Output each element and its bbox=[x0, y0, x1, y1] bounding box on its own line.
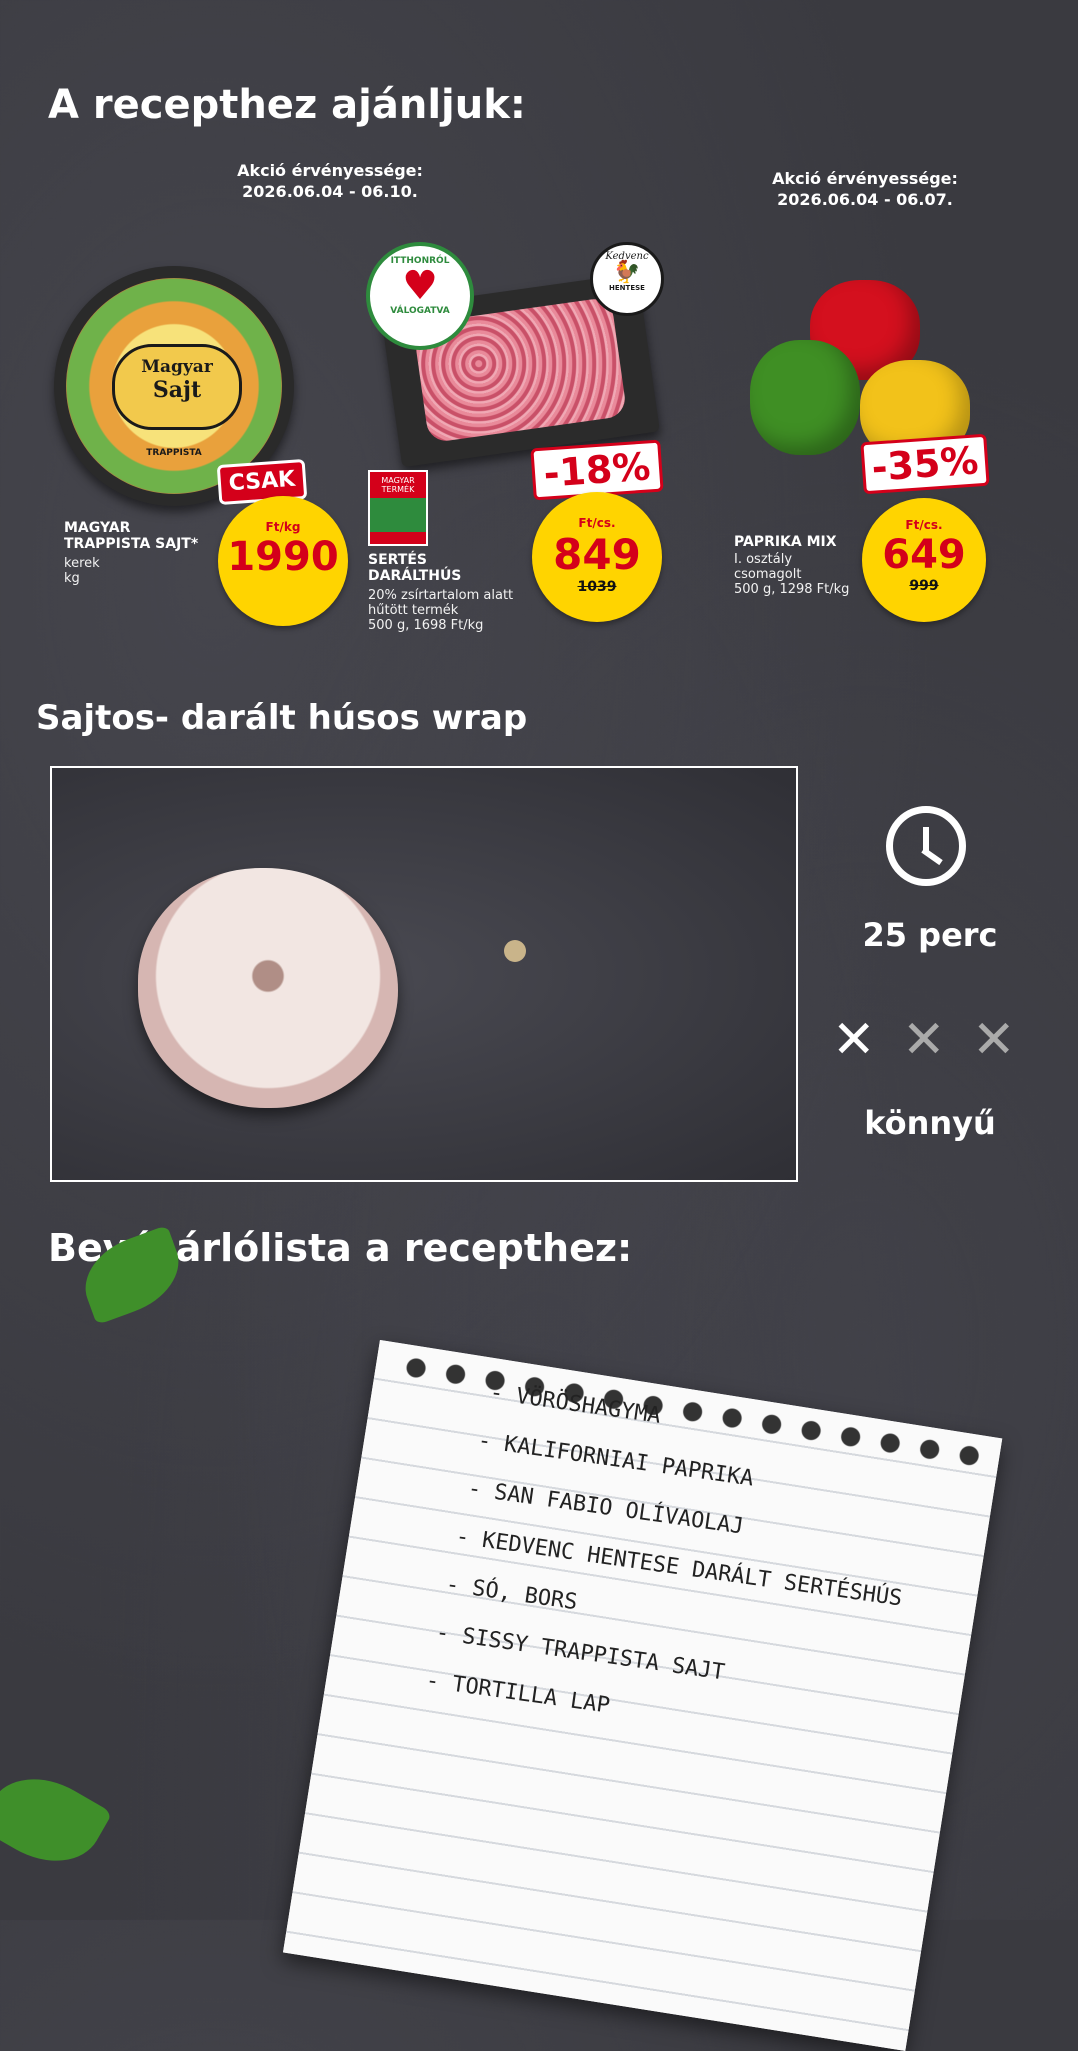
validity-paprika: Akció érvényessége: 2026.06.04 - 06.07. bbox=[735, 168, 995, 210]
spoon-fork-icon: ✕ bbox=[832, 1010, 876, 1070]
discount-badge: -35% bbox=[860, 433, 990, 495]
product-desc: 20% zsírtartalom alatt hűtött termék 500… bbox=[368, 588, 514, 633]
price-value: 649 bbox=[882, 532, 966, 578]
butcher-logo-bottom: HENTESE bbox=[609, 284, 645, 292]
recipe-time: 25 perc bbox=[862, 916, 998, 954]
page-title: A recepthez ajánljuk: bbox=[48, 82, 526, 128]
product-desc: I. osztály csomagolt 500 g, 1298 Ft/kg bbox=[734, 552, 850, 597]
heart-badge-icon: ITTHONRÓL ♥ VÁLOGATVA bbox=[366, 242, 474, 350]
clock-icon bbox=[886, 806, 966, 886]
hungarian-product-icon: MAGYAR TERMÉK bbox=[368, 470, 428, 546]
recipe-title: Sajtos- darált húsos wrap bbox=[36, 698, 528, 738]
old-price: 1039 bbox=[577, 579, 617, 595]
cheese-package-type: TRAPPISTA bbox=[146, 448, 202, 458]
spoon-fork-icon: ✕ bbox=[972, 1010, 1016, 1070]
product-cheese[interactable]: Magyar Sajt TRAPPISTA MAGYAR TRAPPISTA S… bbox=[50, 260, 360, 626]
price-unit: Ft/kg bbox=[265, 520, 301, 534]
origin-label-bottom: TERMÉK bbox=[381, 485, 415, 494]
price-value: 1990 bbox=[227, 534, 339, 580]
product-desc: kerek kg bbox=[64, 556, 100, 586]
product-name: SERTÉS DARÁLTHÚS bbox=[368, 552, 462, 584]
validity-label: Akció érvényessége: bbox=[237, 161, 423, 180]
origin-label-top: MAGYAR bbox=[381, 476, 415, 485]
price-value: 849 bbox=[553, 530, 641, 579]
product-name: MAGYAR TRAPPISTA SAJT* bbox=[64, 520, 199, 552]
spoon-fork-icon: ✕ bbox=[902, 1010, 946, 1070]
cheese-package-brand: Magyar bbox=[141, 357, 213, 377]
product-name: PAPRIKA MIX bbox=[734, 534, 837, 550]
validity-dates: 2026.06.04 - 06.10. bbox=[242, 182, 418, 201]
peppercorn-image bbox=[504, 940, 526, 962]
product-paprika-mix[interactable]: PAPRIKA MIX I. osztály csomagolt 500 g, … bbox=[720, 270, 1020, 630]
spinach-leaf-image bbox=[0, 1757, 113, 1883]
price-circle: Ft/cs. 849 1039 bbox=[532, 492, 662, 622]
validity-dates: 2026.06.04 - 06.07. bbox=[777, 190, 953, 209]
recipe-video-frame[interactable] bbox=[50, 766, 798, 1182]
cheese-package-name: Sajt bbox=[152, 377, 202, 403]
price-circle: Ft/cs. 649 999 bbox=[862, 498, 986, 622]
price-unit: Ft/cs. bbox=[578, 516, 616, 530]
shopping-list-paper bbox=[283, 1340, 1003, 2051]
difficulty-icons: ✕ ✕ ✕ bbox=[832, 1010, 1032, 1070]
badge-bottom-text: VÁLOGATVA bbox=[390, 306, 450, 316]
recipe-difficulty: könnyű bbox=[864, 1104, 996, 1142]
price-circle: Ft/kg 1990 bbox=[218, 496, 348, 626]
price-unit: Ft/cs. bbox=[905, 518, 943, 532]
old-price: 999 bbox=[909, 578, 939, 594]
garlic-image bbox=[138, 868, 398, 1108]
validity-label: Akció érvényessége: bbox=[772, 169, 958, 188]
product-minced-pork[interactable]: ITTHONRÓL ♥ VÁLOGATVA Kedvenc 🐓 HENTESE … bbox=[360, 230, 680, 633]
butcher-logo-icon: Kedvenc 🐓 HENTESE bbox=[590, 242, 664, 316]
validity-cheese-meat: Akció érvényessége: 2026.06.04 - 06.10. bbox=[200, 160, 460, 202]
